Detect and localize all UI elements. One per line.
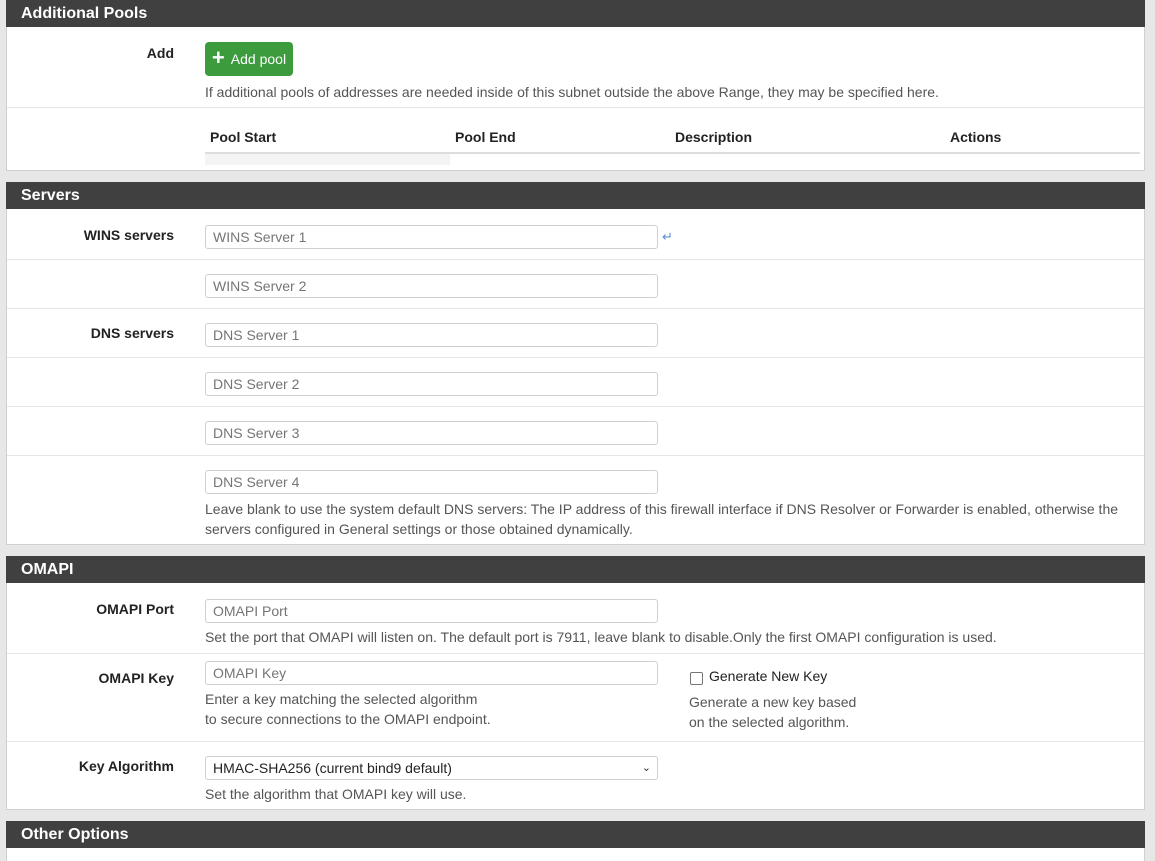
generate-help-line1: Generate a new key based (689, 694, 857, 710)
table-empty-row (205, 154, 450, 165)
col-pool-start: Pool Start (210, 129, 277, 145)
other-options-panel: Other Options (6, 821, 1145, 861)
key-algorithm-row: Key Algorithm HMAC-SHA256 (current bind9… (7, 742, 1144, 810)
omapi-key-input[interactable] (205, 661, 658, 685)
dns-server-1-input[interactable] (205, 323, 658, 347)
omapi-panel: OMAPI OMAPI Port Set the port that OMAPI… (6, 556, 1145, 810)
col-pool-end: Pool End (455, 129, 516, 145)
other-options-heading[interactable]: Other Options (6, 821, 1145, 848)
generate-new-key-label[interactable]: Generate New Key (709, 668, 827, 684)
omapi-key-label: OMAPI Key (98, 670, 174, 686)
add-pool-button[interactable]: + Add pool (205, 42, 293, 76)
omapi-key-help-line2: to secure connections to the OMAPI endpo… (205, 711, 491, 727)
omapi-port-help: Set the port that OMAPI will listen on. … (205, 629, 997, 645)
dns-servers-label: DNS servers (90, 325, 174, 341)
additional-pools-heading: Additional Pools (6, 0, 1145, 27)
wins-server-2-input[interactable] (205, 274, 658, 298)
dns-help-line2: servers configured in General settings o… (205, 521, 633, 537)
add-pool-row: Add + Add pool If additional pools of ad… (7, 28, 1144, 108)
dns-server-1-row: DNS servers (7, 309, 1144, 358)
key-algorithm-select[interactable]: HMAC-SHA256 (current bind9 default) ⌄ (205, 756, 658, 780)
omapi-port-label: OMAPI Port (96, 601, 174, 617)
key-algorithm-value: HMAC-SHA256 (current bind9 default) (213, 760, 452, 776)
col-actions: Actions (950, 129, 1002, 145)
dns-server-3-row (7, 407, 1144, 456)
dns-server-2-input[interactable] (205, 372, 658, 396)
key-algorithm-label: Key Algorithm (78, 758, 174, 774)
omapi-key-row: OMAPI Key Enter a key matching the selec… (7, 654, 1144, 742)
additional-pools-panel: Additional Pools Add + Add pool If addit… (6, 0, 1145, 171)
wins-server-2-row (7, 260, 1144, 309)
wins-server-1-row: WINS servers ↵ (7, 210, 1144, 260)
dns-server-4-row: Leave blank to use the system default DN… (7, 456, 1144, 545)
add-pool-help: If additional pools of addresses are nee… (205, 84, 939, 100)
generate-new-key-checkbox[interactable] (690, 672, 703, 685)
enter-arrow-icon: ↵ (662, 229, 673, 244)
dns-server-2-row (7, 358, 1144, 407)
servers-panel: Servers WINS servers ↵ DNS servers Leave… (6, 182, 1145, 545)
wins-server-1-input[interactable] (205, 225, 658, 249)
key-algorithm-help: Set the algorithm that OMAPI key will us… (205, 786, 467, 802)
dns-server-3-input[interactable] (205, 421, 658, 445)
wins-servers-label: WINS servers (83, 227, 174, 243)
omapi-port-input[interactable] (205, 599, 658, 623)
omapi-port-row: OMAPI Port Set the port that OMAPI will … (7, 584, 1144, 654)
pools-table-row: Pool Start Pool End Description Actions (7, 108, 1144, 171)
omapi-key-help-line1: Enter a key matching the selected algori… (205, 691, 478, 707)
plus-icon: + (211, 45, 225, 70)
add-pool-button-label: Add pool (230, 51, 287, 67)
dns-help-line1: Leave blank to use the system default DN… (205, 501, 1119, 517)
add-label: Add (146, 45, 174, 61)
col-description: Description (675, 129, 753, 145)
generate-help-line2: on the selected algorithm. (689, 714, 850, 730)
dns-server-4-input[interactable] (205, 470, 658, 494)
servers-heading: Servers (6, 182, 1145, 209)
omapi-heading: OMAPI (6, 556, 1145, 583)
chevron-down-icon: ⌄ (641, 762, 651, 774)
